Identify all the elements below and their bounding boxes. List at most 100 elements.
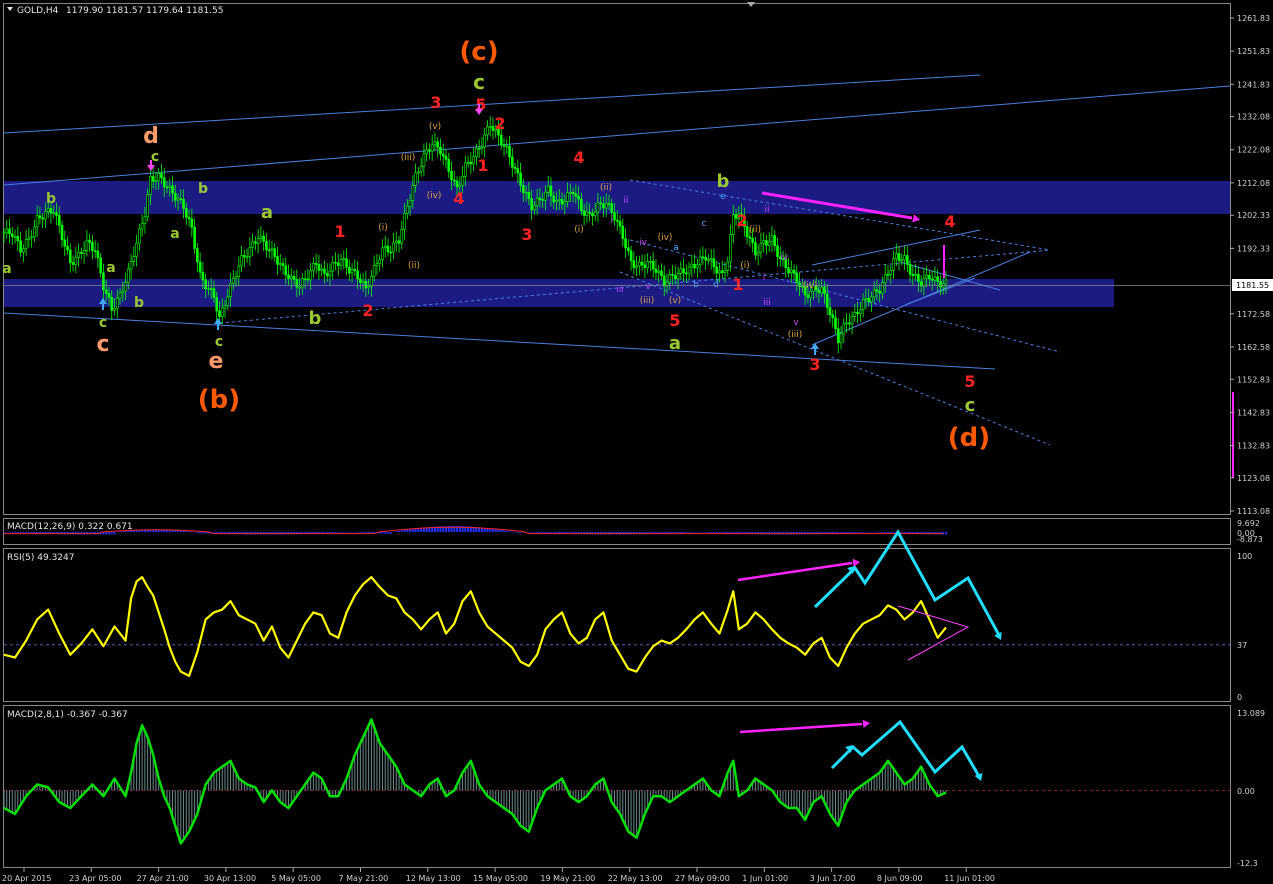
candle-body [864,297,868,300]
subwave-label: b [693,280,699,290]
candle-body [593,211,597,217]
candle-body [582,210,586,216]
candle-body [218,310,221,317]
candle-body [596,202,600,213]
y-tick-label: 1251.83 [1237,47,1270,56]
subwave-label: (iii) [401,153,416,163]
candle-body [278,263,282,265]
candle-body [323,268,326,274]
candle-body [397,240,401,244]
candle-body [513,166,517,169]
subwave-label: (iv) [803,281,818,291]
candle-body [102,272,105,291]
candle-body [632,260,636,268]
wave-label: a [669,333,681,354]
candle-body [696,264,699,269]
candle-body [914,273,917,276]
candle-body [295,279,299,288]
candle-body [621,225,625,239]
subwave-label: iii [616,285,624,295]
candle-body [911,274,915,276]
candle-body [825,293,829,308]
candle-body [367,286,370,289]
support-band [4,279,1114,307]
wave-label: b [198,181,208,197]
candle-body [312,263,315,272]
candle-body [359,278,362,283]
wave-label: a [170,226,179,242]
candle-body [2,232,6,235]
candle-body [687,266,691,275]
candle-body [546,185,550,193]
wave-label: 2 [362,301,373,320]
candle-body [624,238,627,249]
candle-body [46,208,50,212]
candle-body [27,237,31,240]
subwave-label: (i) [740,261,750,271]
candle-body [604,203,608,209]
candle-body [57,215,61,226]
candle-body [488,125,492,128]
candle-body [13,236,17,238]
subwave-label: a [673,243,679,253]
candle-body [400,229,404,244]
candle-body [538,197,542,200]
y-tick-label: 1172.58 [1237,310,1270,319]
candle-body [486,126,489,136]
candle-body [8,228,11,235]
candle-body [146,194,149,218]
candle-body [204,279,207,290]
candle-body [906,255,909,265]
macd1-label: MACD(12,26,9) 0.322 0.671 [7,522,133,532]
candle-body [635,265,638,268]
candle-body [776,245,779,258]
candle-body [660,270,663,277]
candle-body [698,256,702,266]
y-tick-label: 1232.08 [1237,113,1270,122]
candle-body [505,145,509,148]
candle-body [731,214,735,235]
candle-body [715,266,719,274]
candle-body [364,280,368,289]
candle-body [936,276,940,282]
wave-label: c [96,332,109,357]
candle-body [756,252,760,256]
candle-body [187,216,191,220]
candle-body [461,176,464,186]
wave-label: 1 [732,275,743,294]
wave-label: 3 [430,93,441,112]
candle-body [693,263,696,269]
candle-body [566,192,569,202]
candle-body [425,149,428,155]
candle-body [690,263,694,268]
y-tick-label: 1202.33 [1237,211,1270,220]
candle-body [281,263,285,267]
trading-chart[interactable]: GOLD,H4 1179.90 1181.57 1179.64 1181.55 … [0,0,1273,884]
candle-body [875,289,879,292]
candle-body [762,240,765,244]
candle-body [33,226,36,237]
x-tick-label: 30 Apr 13:00 [204,874,256,883]
subwave-label: v [645,282,651,292]
candle-body [309,270,312,281]
candle-body [483,134,486,148]
candle-body [273,248,277,257]
subwave-label: (iv) [427,191,442,201]
candle-body [303,278,307,280]
candle-body [712,258,716,268]
candle-body [928,274,931,280]
candle-body [477,147,481,150]
x-tick-label: 5 May 05:00 [271,874,321,883]
subwave-label: (ii) [408,261,420,271]
candle-body [196,248,199,263]
y-tick-label: 1123.08 [1237,474,1270,483]
candle-body [60,224,64,241]
candle-body [798,282,801,287]
candle-body [71,262,75,265]
candle-body [173,192,177,201]
subwave-label: (i) [378,223,388,233]
candle-body [143,216,147,224]
candle-body [306,278,310,281]
subwave-label: ii [764,205,769,215]
subwave-label: i [611,215,614,225]
